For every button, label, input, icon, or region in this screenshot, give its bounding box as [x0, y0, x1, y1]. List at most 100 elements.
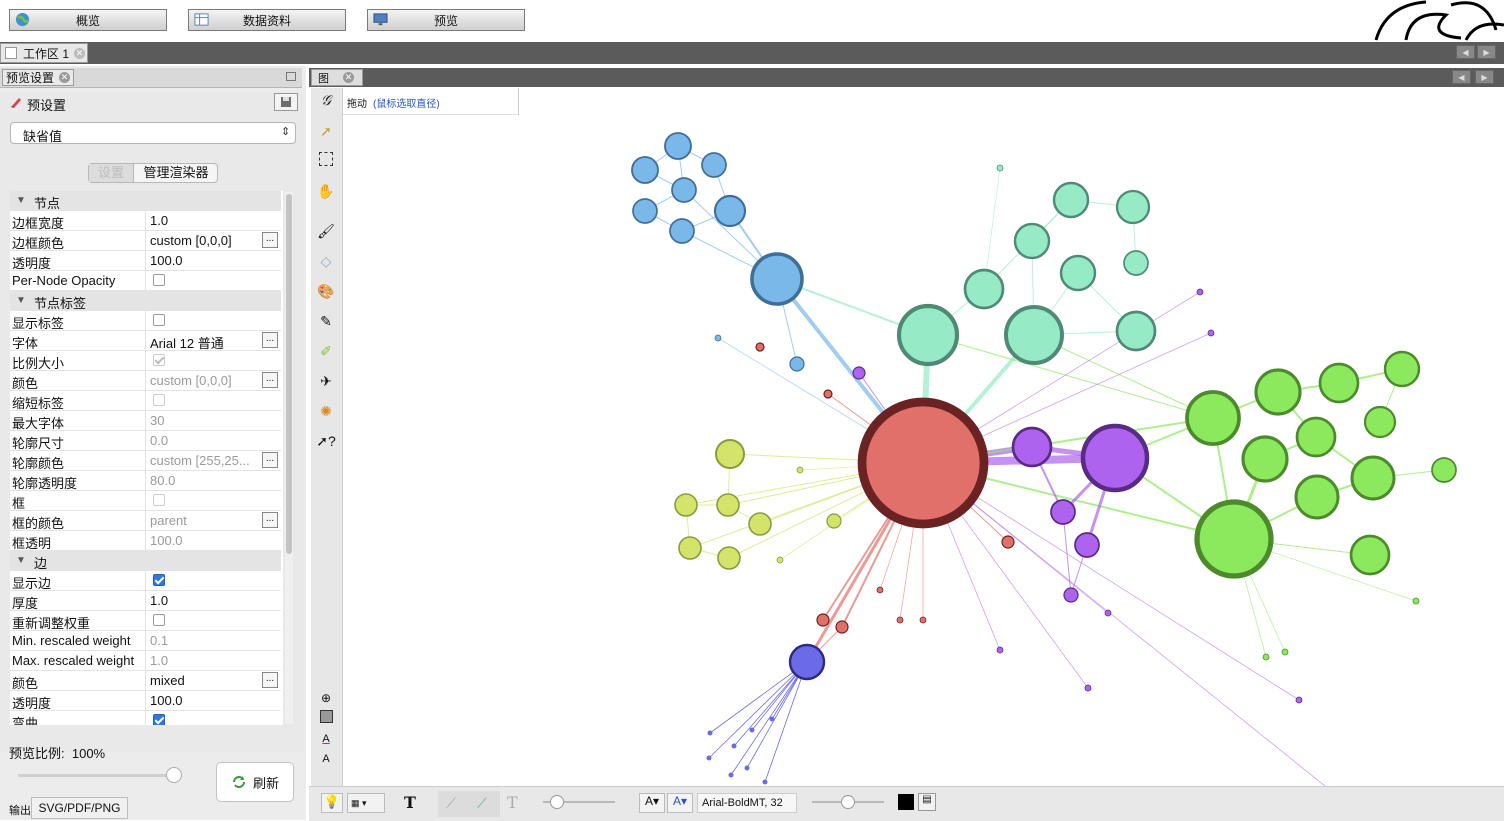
label-font-icon[interactable]: A — [316, 749, 336, 769]
graph-node[interactable] — [749, 727, 755, 733]
graph-node[interactable] — [1262, 653, 1270, 661]
graph-node[interactable] — [963, 268, 1005, 310]
screenshot-dropdown-icon[interactable]: ▦ ▾ — [347, 793, 385, 813]
show-node-labels-icon[interactable]: T — [404, 793, 416, 812]
graph-node[interactable] — [762, 779, 768, 785]
graph-node[interactable] — [876, 586, 884, 594]
cursor-icon[interactable]: ➚ — [316, 121, 336, 141]
data-laboratory-button[interactable]: 数据资料 — [188, 9, 346, 31]
graph-node[interactable] — [823, 389, 833, 399]
property-checkbox[interactable] — [153, 354, 165, 366]
preview-ratio-slider[interactable] — [18, 774, 182, 777]
palette-icon[interactable]: 🎨 — [316, 281, 336, 301]
graph-node[interactable] — [631, 156, 659, 184]
property-category[interactable]: ▼ 节点标签 — [10, 291, 281, 311]
refresh-button[interactable]: 刷新 — [216, 762, 294, 802]
property-value[interactable]: 0.1 — [150, 633, 262, 648]
scroll-right-arrow[interactable]: ▶ — [1475, 70, 1494, 84]
font-color-icon[interactable]: A▾ — [667, 793, 693, 813]
graph-node[interactable] — [857, 397, 989, 529]
graph-node[interactable] — [789, 356, 805, 372]
graph-node[interactable] — [1013, 222, 1051, 260]
close-icon[interactable]: ✕ — [74, 47, 86, 59]
graph-node[interactable] — [1383, 350, 1421, 388]
property-scrollbar[interactable] — [285, 192, 293, 724]
minimize-icon[interactable] — [286, 72, 296, 81]
graph-node[interactable] — [788, 643, 826, 681]
scroll-right-arrow[interactable]: ▶ — [1477, 45, 1496, 59]
graph-node[interactable] — [713, 194, 747, 228]
property-checkbox[interactable] — [153, 574, 165, 586]
property-value[interactable]: 1.0 — [150, 653, 262, 668]
property-edit-button[interactable]: ... — [262, 672, 278, 688]
property-edit-button[interactable]: ... — [262, 232, 278, 248]
export-svg-pdf-png-button[interactable]: SVG/PDF/PNG — [31, 797, 128, 819]
expand-triangle-icon[interactable]: ▼ — [16, 555, 26, 566]
graph-node[interactable] — [1294, 474, 1340, 520]
label-color-icon[interactable]: A — [316, 729, 336, 749]
graph-node[interactable] — [1254, 368, 1302, 416]
property-checkbox[interactable] — [153, 614, 165, 626]
graph-node[interactable] — [1050, 499, 1076, 525]
property-value[interactable]: custom [0,0,0] — [150, 373, 262, 388]
preview-settings-tab[interactable]: 预览设置 ✕ — [2, 69, 74, 86]
diamond-icon[interactable]: ◇ — [316, 251, 336, 271]
workspace-tab[interactable]: 工作区 1 ✕ — [0, 43, 88, 63]
brush-icon[interactable]: 🖌 — [316, 221, 336, 241]
graph-node[interactable] — [1004, 305, 1064, 365]
show-edge-labels-icon[interactable]: T — [507, 793, 518, 812]
heatmap-icon[interactable]: ✺ — [316, 401, 336, 421]
close-icon[interactable]: ✕ — [343, 72, 354, 83]
label-font-field[interactable]: Arial-BoldMT, 32 — [697, 793, 797, 813]
graph-node[interactable] — [1123, 250, 1149, 276]
graph-node[interactable] — [669, 218, 695, 244]
property-value[interactable]: 0.0 — [150, 433, 262, 448]
graph-node[interactable] — [816, 613, 830, 627]
graph-node[interactable] — [1084, 684, 1092, 692]
font-size-down-icon[interactable]: A▾ — [639, 793, 665, 813]
property-scrollbar-thumb[interactable] — [286, 194, 292, 554]
label-color-swatch[interactable] — [898, 794, 914, 810]
graph-node[interactable] — [1080, 423, 1150, 493]
expand-triangle-icon[interactable]: ▼ — [16, 195, 26, 206]
property-value[interactable]: 100.0 — [150, 693, 262, 708]
property-edit-button[interactable]: ... — [262, 372, 278, 388]
scroll-left-arrow[interactable]: ◀ — [1456, 45, 1475, 59]
graph-node[interactable] — [748, 512, 772, 536]
graph-node[interactable] — [701, 152, 727, 178]
property-value[interactable]: Arial 12 普通 — [150, 333, 262, 352]
graph-node[interactable] — [717, 546, 741, 570]
property-checkbox[interactable] — [153, 394, 165, 406]
graph-node[interactable] — [1412, 597, 1420, 605]
graph-node[interactable] — [1194, 499, 1274, 579]
edge-scale-slider-thumb[interactable] — [550, 795, 565, 809]
graph-node[interactable] — [1074, 532, 1100, 558]
property-edit-button[interactable]: ... — [262, 452, 278, 468]
graph-node[interactable] — [674, 493, 698, 517]
graph-node[interactable] — [715, 439, 745, 469]
graph-node[interactable] — [678, 536, 702, 560]
graph-node[interactable] — [1363, 405, 1397, 439]
graph-node[interactable] — [707, 730, 713, 736]
graph-node[interactable] — [896, 616, 904, 624]
graph-node[interactable] — [714, 334, 722, 342]
graph-node[interactable] — [1431, 457, 1457, 483]
graph-node[interactable] — [769, 716, 775, 722]
pencil-tool-icon[interactable]: ✎ — [316, 311, 336, 331]
graph-node[interactable] — [896, 303, 960, 367]
network-graph[interactable] — [343, 114, 1504, 786]
graph-node[interactable] — [1196, 288, 1204, 296]
graph-node[interactable] — [1104, 609, 1112, 617]
property-value[interactable]: parent — [150, 513, 262, 528]
shortest-path-icon[interactable]: ✈ — [316, 371, 336, 391]
drag-hand-icon[interactable]: ✋ — [316, 181, 336, 201]
property-checkbox[interactable] — [153, 494, 165, 506]
graph-node[interactable] — [632, 198, 658, 224]
tab-manage-renderers[interactable]: 管理渲染器 — [134, 164, 218, 182]
graph-node[interactable] — [1063, 587, 1079, 603]
graph-node[interactable] — [796, 466, 804, 474]
graph-node[interactable] — [1207, 329, 1215, 337]
graph-node[interactable] — [1115, 189, 1151, 225]
property-checkbox[interactable] — [153, 274, 165, 286]
graph-node[interactable] — [1295, 416, 1337, 458]
